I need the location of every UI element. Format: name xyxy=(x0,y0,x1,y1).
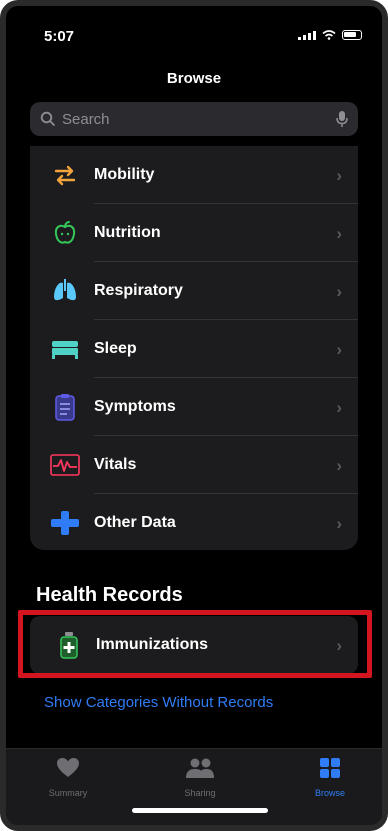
search-field[interactable]: Search xyxy=(30,102,358,136)
chevron-right-icon: › xyxy=(336,514,342,533)
page-title: Browse xyxy=(166,70,222,87)
category-row-other-data[interactable]: Other Data › xyxy=(30,494,358,550)
microphone-icon[interactable] xyxy=(336,110,348,128)
search-placeholder: Search xyxy=(62,110,110,128)
grid-icon xyxy=(320,758,340,778)
category-row-nutrition[interactable]: Nutrition › xyxy=(30,204,358,262)
battery-icon xyxy=(342,30,362,40)
mobility-arrows-icon xyxy=(50,160,80,190)
category-list: Mobility › Nutrition › Respiratory › Sle… xyxy=(30,146,358,550)
heart-rate-icon xyxy=(50,450,80,480)
phone-screen: 5:07 Browse Search Mobility › Nutrition … xyxy=(0,0,388,831)
tab-label: Summary xyxy=(48,788,88,798)
category-row-vitals[interactable]: Vitals › xyxy=(30,436,358,494)
category-label: Respiratory xyxy=(94,282,183,299)
category-row-sleep[interactable]: Sleep › xyxy=(30,320,358,378)
tab-label: Sharing xyxy=(184,788,216,798)
chevron-right-icon: › xyxy=(336,166,342,185)
tab-browse[interactable]: Browse xyxy=(280,757,380,798)
tab-label: Browse xyxy=(314,788,345,798)
tab-summary[interactable]: Summary xyxy=(18,757,118,798)
tab-bar: Summary Sharing Browse xyxy=(6,748,382,825)
clipboard-icon xyxy=(50,392,80,422)
category-label: Symptoms xyxy=(94,398,176,415)
chevron-right-icon: › xyxy=(336,224,342,243)
status-time: 5:07 xyxy=(44,28,75,45)
status-icons xyxy=(298,30,362,40)
category-row-mobility[interactable]: Mobility › xyxy=(30,146,358,204)
chevron-right-icon: › xyxy=(336,456,342,475)
lungs-icon xyxy=(50,276,80,306)
home-indicator[interactable] xyxy=(132,808,268,813)
heart-icon xyxy=(57,758,79,777)
category-label: Nutrition xyxy=(94,224,161,241)
plus-icon xyxy=(50,508,80,538)
highlight-box xyxy=(18,610,372,678)
chevron-right-icon: › xyxy=(336,282,342,301)
category-label: Sleep xyxy=(94,340,137,357)
chevron-right-icon: › xyxy=(336,340,342,359)
wifi-icon xyxy=(322,30,336,40)
status-bar: 5:07 xyxy=(6,6,382,66)
chevron-right-icon: › xyxy=(336,398,342,417)
signal-icon xyxy=(298,30,316,40)
category-label: Vitals xyxy=(94,456,137,473)
people-icon xyxy=(186,758,214,778)
category-row-respiratory[interactable]: Respiratory › xyxy=(30,262,358,320)
category-label: Other Data xyxy=(94,514,176,531)
category-row-symptoms[interactable]: Symptoms › xyxy=(30,378,358,436)
search-icon xyxy=(40,111,55,126)
category-label: Mobility xyxy=(94,166,155,183)
apple-icon xyxy=(50,218,80,248)
bed-icon xyxy=(50,334,80,364)
tab-sharing[interactable]: Sharing xyxy=(150,757,250,798)
health-records-title: Health Records xyxy=(36,584,183,606)
show-categories-link[interactable]: Show Categories Without Records xyxy=(44,694,273,711)
